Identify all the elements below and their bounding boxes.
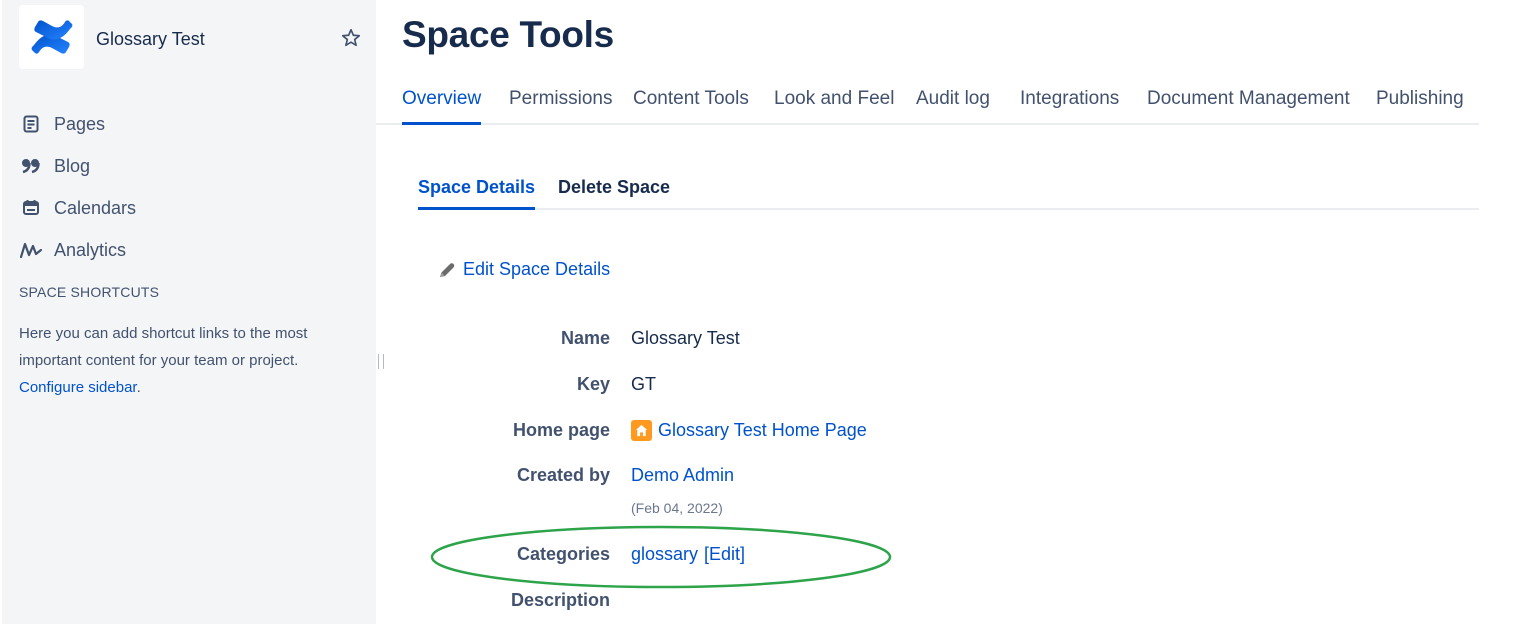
sidebar-item-label: Calendars [54,197,137,218]
edit-space-details-link[interactable]: Edit Space Details [437,259,610,280]
pencil-icon [440,262,455,277]
sidebar-item-analytics[interactable]: Analytics [19,229,359,271]
sidebar: Glossary Test Pages Blog Calendars Analy… [2,0,376,624]
tab-integrations[interactable]: Integrations [1020,88,1119,125]
created-by-label: Created by [516,465,610,485]
tab-publishing[interactable]: Publishing [1376,88,1464,125]
space-logo[interactable] [19,5,84,69]
description-label: Description [510,590,610,610]
space-shortcuts-description: Here you can add shortcut links to the m… [19,320,359,401]
categories-label: Categories [516,544,610,564]
page-title: Space Tools [402,14,614,55]
tab-document-management[interactable]: Document Management [1147,88,1350,125]
space-shortcuts-heading: SPACE SHORTCUTS [19,284,160,300]
sidebar-item-label: Blog [54,155,91,176]
sidebar-item-calendars[interactable]: Calendars [19,187,359,229]
calendar-icon [19,196,43,220]
subtab-delete-space[interactable]: Delete Space [558,177,670,210]
pages-icon [19,112,43,136]
tab-audit-log[interactable]: Audit log [916,88,990,125]
created-by-value: Demo Admin [631,465,734,486]
space-details-subtabs: Space Details Delete Space [418,171,1479,210]
star-icon[interactable] [340,27,362,49]
tab-permissions[interactable]: Permissions [509,88,612,125]
creator-link[interactable]: Demo Admin [631,465,734,486]
sidebar-item-label: Analytics [54,239,127,260]
name-value: Glossary Test [631,328,740,348]
blog-quote-icon [19,154,43,178]
sidebar-item-blog[interactable]: Blog [19,145,359,187]
key-label: Key [576,374,610,394]
shortcuts-period: . [136,379,141,396]
tab-look-and-feel[interactable]: Look and Feel [774,88,894,125]
categories-edit-link[interactable]: [Edit] [704,544,745,565]
subtab-space-details[interactable]: Space Details [418,177,536,210]
home-page-label: Home page [512,420,610,440]
configure-sidebar-link[interactable]: Configure sidebar [19,379,137,396]
edit-space-details-label: Edit Space Details [463,259,611,279]
name-label: Name [560,328,610,348]
categories-value: glossary [Edit] [631,544,745,565]
home-page-link[interactable]: Glossary Test Home Page [658,420,867,441]
home-icon [631,420,652,441]
analytics-icon [19,238,43,262]
key-value: GT [631,374,656,394]
space-name[interactable]: Glossary Test [96,29,205,50]
sidebar-resize-handle[interactable] [378,354,384,369]
sidebar-nav: Pages Blog Calendars Analytics [19,103,359,271]
sidebar-item-pages[interactable]: Pages [19,103,359,145]
category-glossary-link[interactable]: glossary [631,544,698,565]
tab-overview[interactable]: Overview [402,88,482,125]
home-page-value: Glossary Test Home Page [631,420,867,441]
sidebar-item-label: Pages [54,113,106,134]
tab-content-tools[interactable]: Content Tools [633,88,749,125]
confluence-logo-icon [31,20,72,54]
created-date: (Feb 04, 2022) [631,500,723,516]
space-tools-tabs: Overview Permissions Content Tools Look … [376,82,1479,125]
shortcuts-help-text: Here you can add shortcut links to the m… [19,325,308,369]
